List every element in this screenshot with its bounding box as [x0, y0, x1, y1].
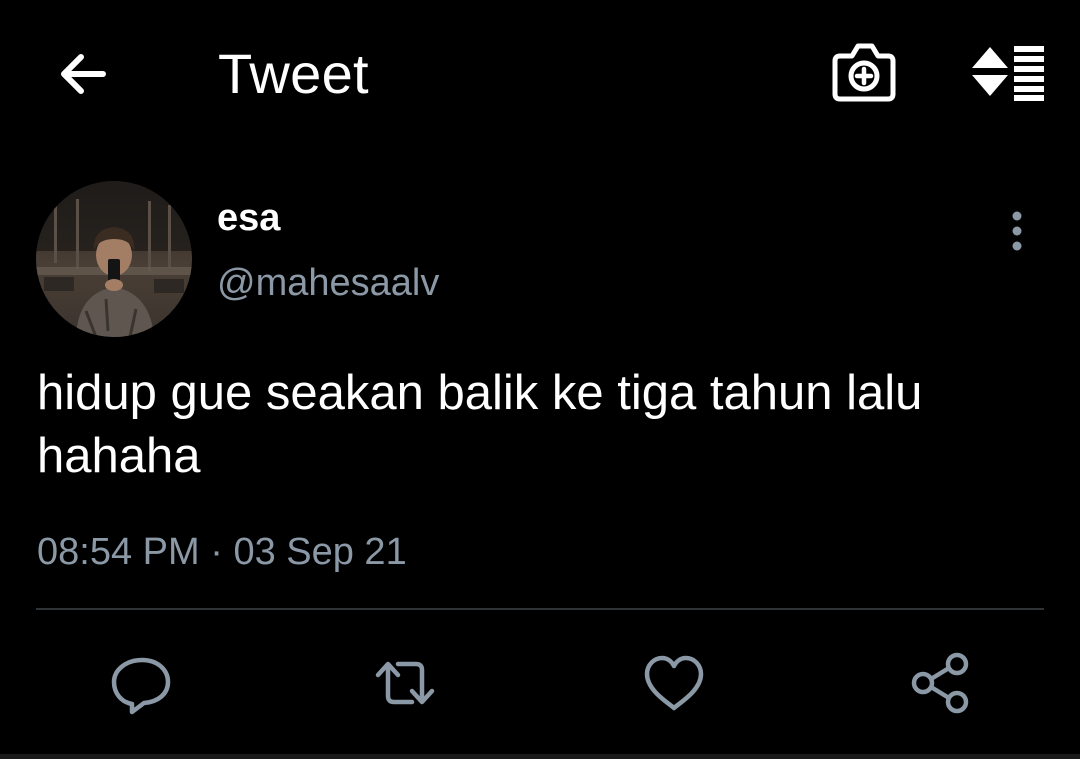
sort-arrows-list-icon [972, 46, 1044, 101]
top-app-bar: Tweet [0, 0, 1080, 150]
tweet-text: hidup gue seakan balik ke tiga tahun lal… [37, 362, 1037, 488]
divider [36, 608, 1044, 610]
bottom-edge [0, 754, 1080, 759]
reply-icon [111, 657, 171, 715]
page-title: Tweet [218, 42, 369, 105]
arrow-left-icon [61, 54, 106, 94]
tweet-date: 03 Sep 21 [233, 531, 407, 573]
profile-photo [36, 181, 192, 337]
camera-add-icon [832, 43, 896, 102]
tweet-timestamp: 08:54 PM · 03 Sep 21 [37, 529, 407, 575]
tweet-time: 08:54 PM [37, 531, 200, 573]
author-name[interactable]: esa [217, 196, 280, 240]
retweet-icon [375, 661, 435, 705]
sort-button[interactable] [968, 42, 1048, 102]
retweet-button[interactable] [370, 648, 440, 718]
share-button[interactable] [905, 648, 975, 718]
like-heart-icon [644, 655, 704, 711]
more-options-button[interactable] [996, 206, 1038, 258]
meta-separator: · [210, 531, 223, 573]
avatar[interactable] [36, 181, 192, 337]
tweet-text-line: hahaha [37, 429, 201, 483]
more-vertical-icon [1012, 211, 1022, 251]
like-button[interactable] [639, 648, 709, 718]
reply-button[interactable] [106, 648, 176, 718]
share-icon [911, 652, 969, 714]
camera-add-button[interactable] [830, 40, 898, 104]
author-handle[interactable]: @mahesaalv [217, 260, 439, 306]
back-button[interactable] [55, 44, 115, 104]
tweet-text-line: hidup gue seakan balik ke tiga tahun lal… [37, 366, 923, 420]
